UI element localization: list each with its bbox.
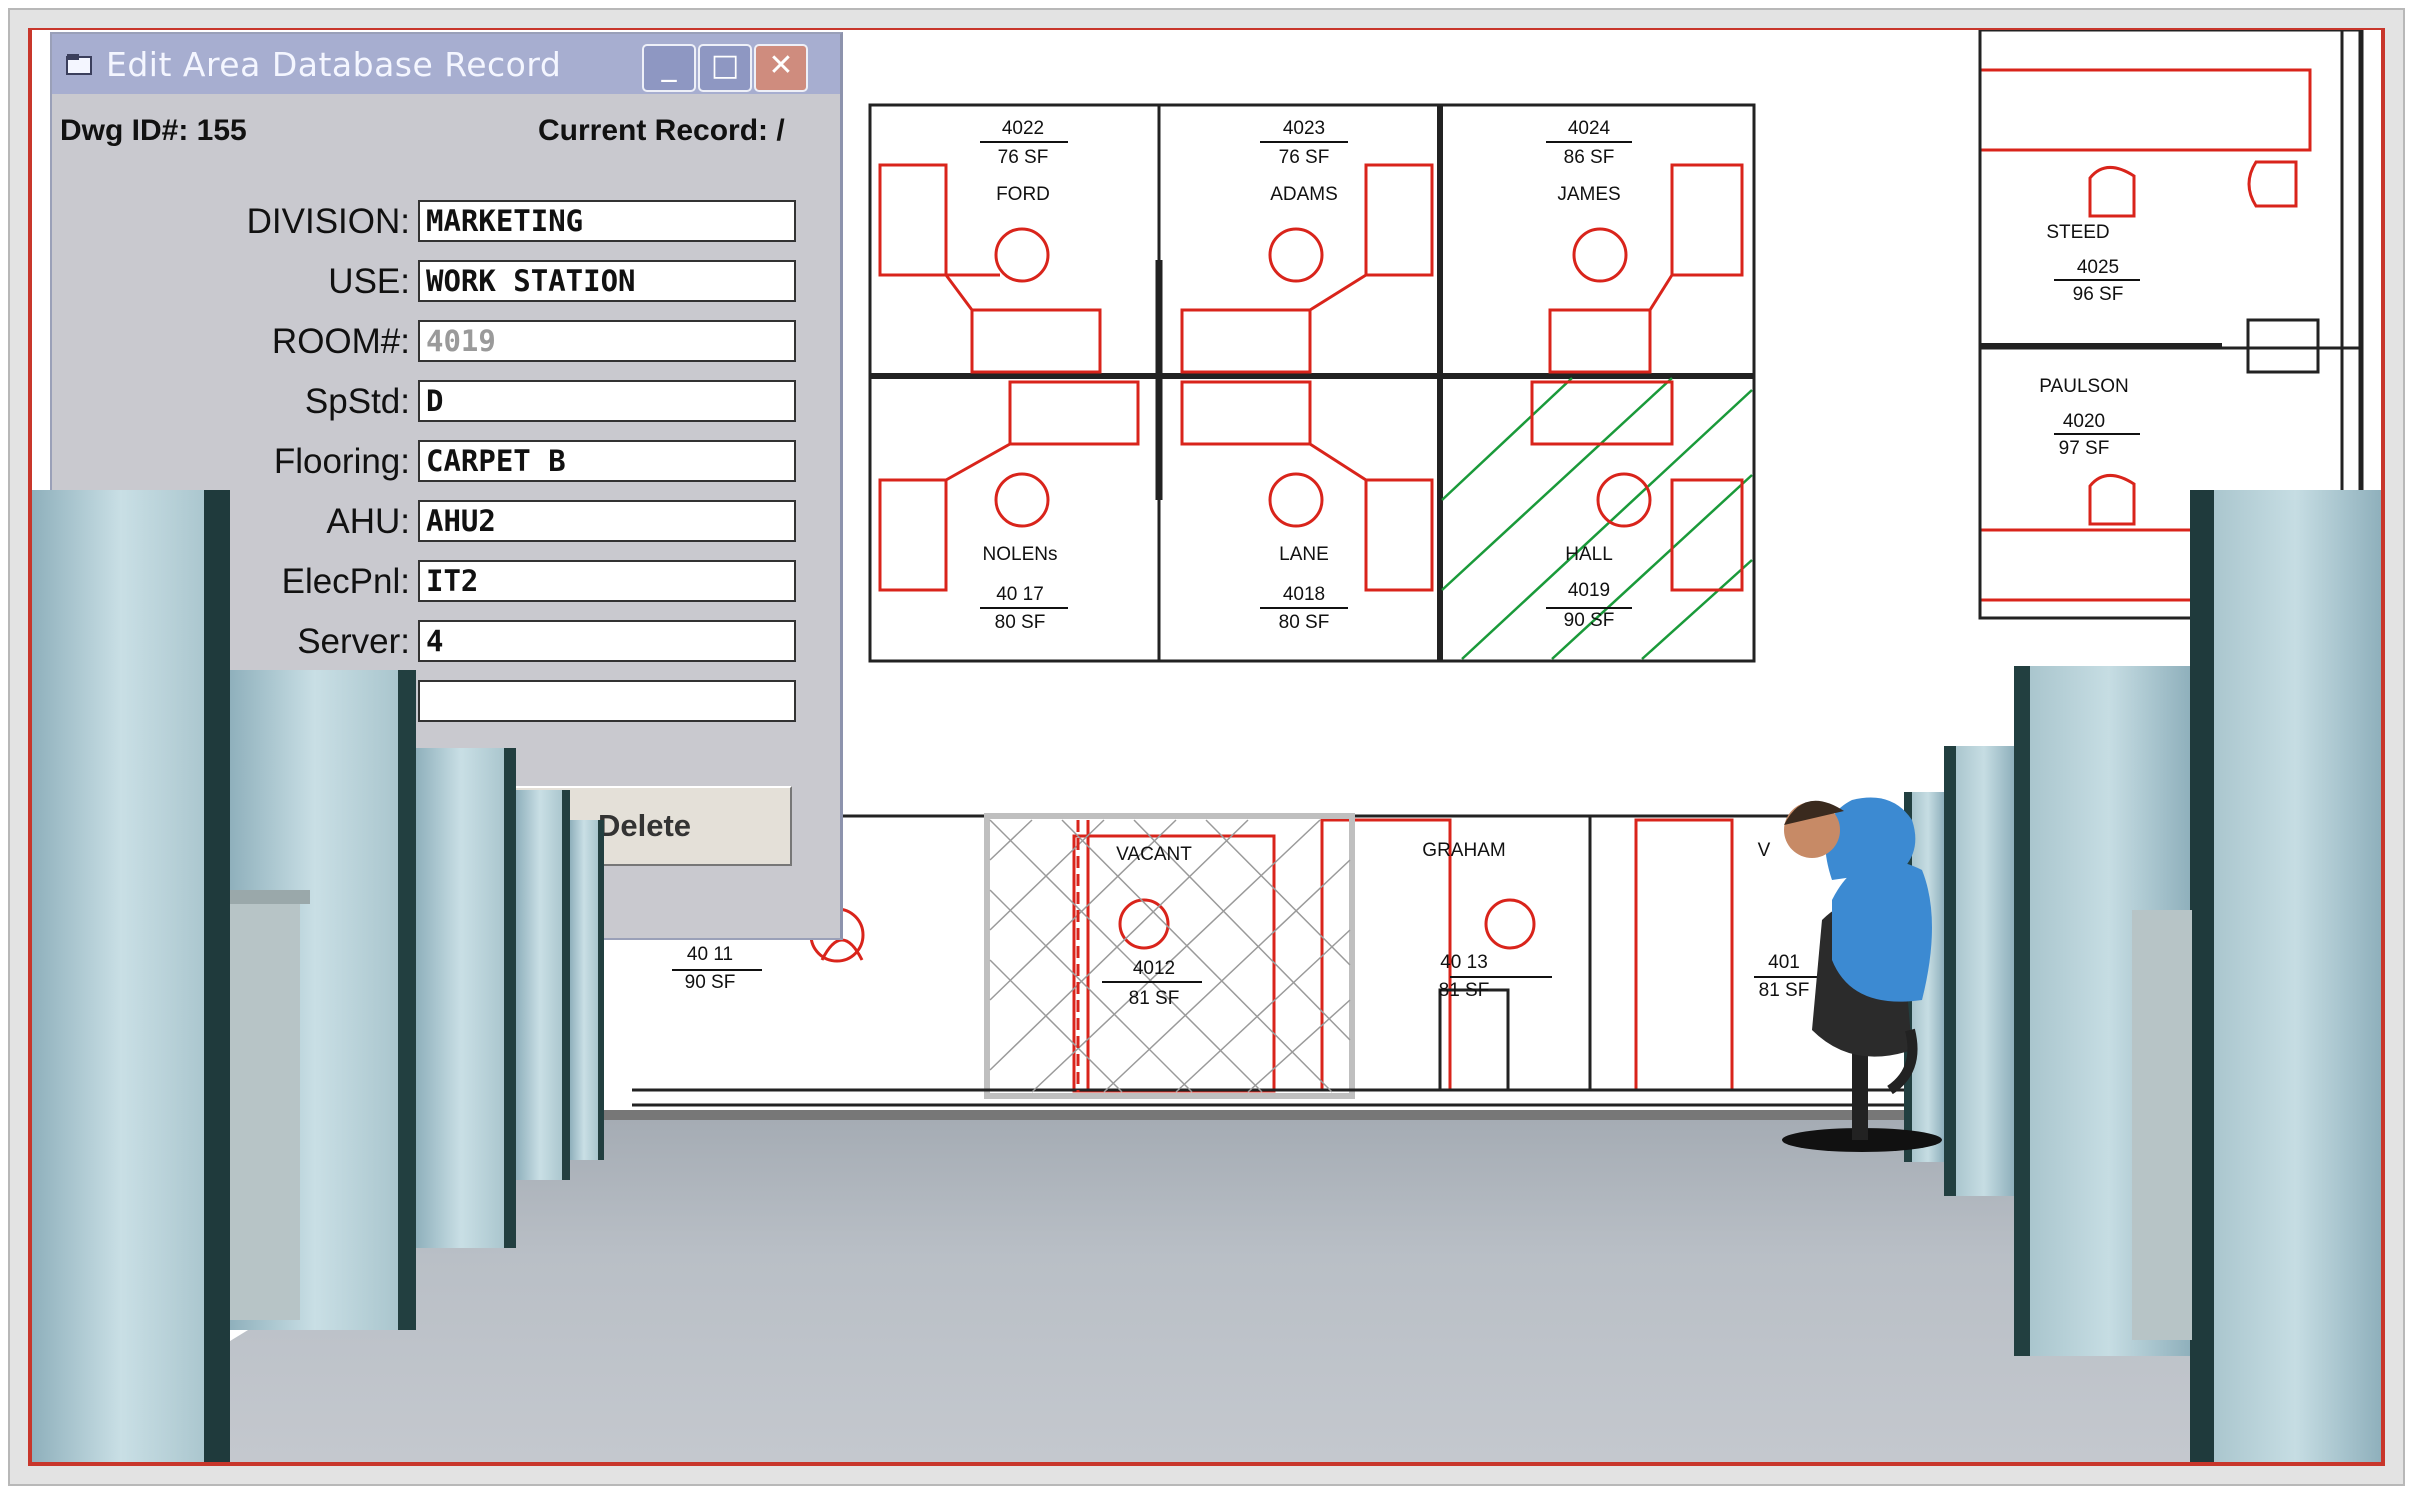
use-label: USE:	[328, 262, 410, 301]
edit-area-dialog: Edit Area Database Record _ □ ✕ Dwg ID#:…	[50, 32, 843, 940]
minimize-button[interactable]: _	[642, 44, 696, 92]
elecpnl-field[interactable]: IT2	[418, 560, 796, 602]
division-field[interactable]: MARKETING	[418, 200, 796, 242]
office-scene: 4022 76 SF FORD 4023 76 SF ADAMS 4024 86…	[32, 30, 2381, 1462]
dialog-title: Edit Area Database Record	[106, 44, 562, 84]
ahu-label: AHU:	[326, 502, 410, 541]
maximize-button[interactable]: □	[698, 44, 752, 92]
flooring-label: Flooring:	[273, 442, 410, 481]
room-number-label: ROOM#:	[271, 322, 410, 361]
dwg-id: Dwg ID#: 155	[60, 114, 247, 147]
current-record: Current Record: /	[538, 114, 785, 147]
spstd-label: SpStd:	[304, 382, 410, 421]
extra-field[interactable]	[418, 680, 796, 722]
flooring-field[interactable]: CARPET B	[418, 440, 796, 482]
server-field[interactable]: 4	[418, 620, 796, 662]
use-field[interactable]: WORK STATION	[418, 260, 796, 302]
elecpnl-label: ElecPnl:	[281, 562, 410, 601]
server-label: Server:	[297, 622, 410, 661]
room-number-field: 4019	[418, 320, 796, 362]
close-button[interactable]: ✕	[754, 44, 808, 92]
spstd-field[interactable]: D	[418, 380, 796, 422]
delete-button[interactable]: Delete	[514, 786, 792, 866]
window-icon	[66, 53, 92, 75]
ahu-field[interactable]: AHU2	[418, 500, 796, 542]
division-label: DIVISION:	[246, 202, 410, 241]
